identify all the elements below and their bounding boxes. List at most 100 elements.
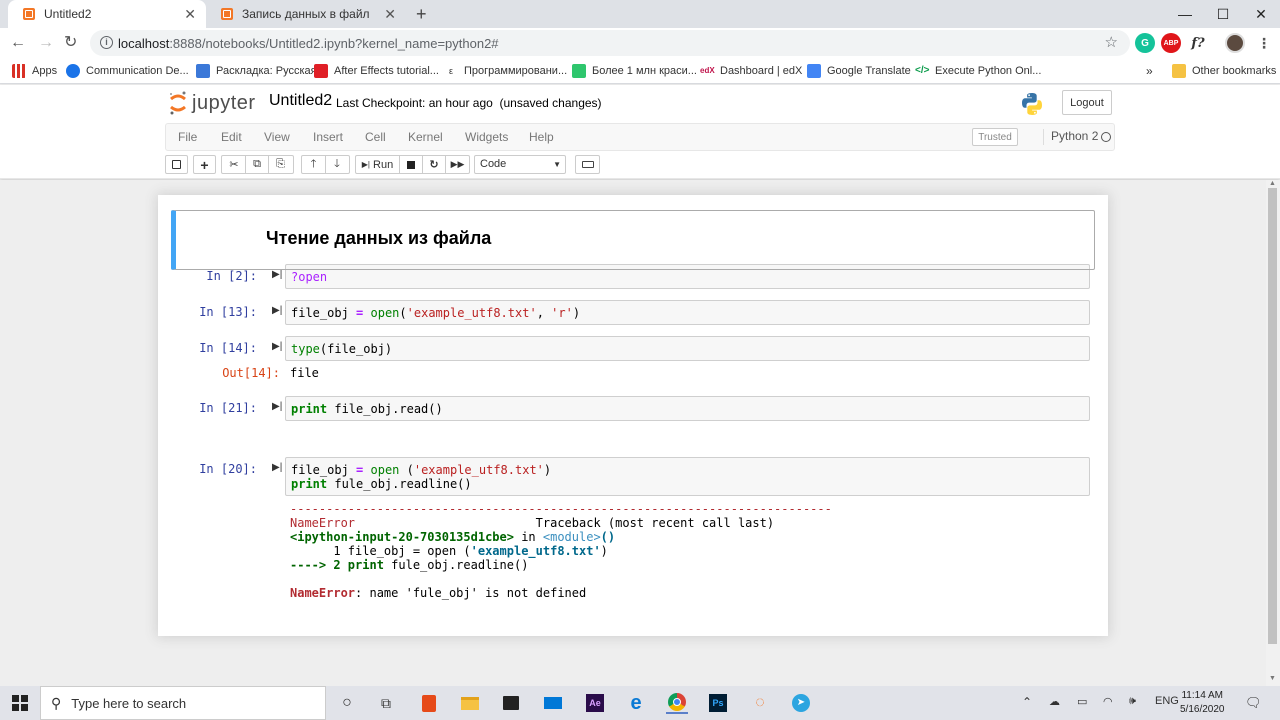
interrupt-button[interactable] (400, 156, 423, 173)
scrollbar-thumb[interactable] (1268, 188, 1277, 644)
save-icon (172, 160, 181, 169)
other-bookmarks[interactable]: Other bookmarks (1172, 64, 1276, 78)
close-tab-icon[interactable]: ✕ (384, 7, 396, 21)
info-icon[interactable]: i (100, 36, 113, 49)
tray-overflow-icon[interactable]: ⌃ (1022, 695, 1032, 709)
run-button[interactable]: ▶| Run (356, 156, 400, 173)
maximize-icon[interactable]: ☐ (1204, 0, 1242, 28)
bookmark-star-icon[interactable]: ☆ (1105, 33, 1118, 51)
checkpoint-status: Last Checkpoint: an hour ago (unsaved ch… (336, 96, 602, 110)
bookmark-edx[interactable]: edX Dashboard | edX (700, 64, 802, 78)
url-text[interactable]: localhost:8888/notebooks/Untitled2.ipynb… (118, 36, 499, 51)
close-window-icon[interactable]: ✕ (1242, 0, 1280, 28)
restart-button[interactable]: ↻ (423, 156, 446, 173)
tab-zapis-dannyh[interactable]: Запись данных в файл ✕ (206, 0, 406, 28)
page-scrollbar[interactable]: ▲ ▼ (1266, 180, 1280, 686)
code-cell-input[interactable]: file_obj = open ('example_utf8.txt') pri… (285, 457, 1090, 496)
selected-cell[interactable] (171, 210, 1095, 270)
input-prompt: In [2]: (206, 269, 257, 283)
move-down-button[interactable]: 🡓 (326, 156, 349, 173)
file-explorer-icon[interactable] (459, 692, 481, 714)
forward-icon[interactable]: → (38, 33, 54, 53)
code-cell-input[interactable]: print file_obj.read() (285, 396, 1090, 421)
windows-start-icon[interactable] (9, 692, 31, 714)
cell-type-select[interactable]: Code ▼ (474, 155, 566, 174)
adblock-icon[interactable]: ABP (1161, 33, 1181, 53)
photoshop-icon[interactable]: Ps (707, 692, 729, 714)
function-extension-icon[interactable]: f? (1188, 33, 1208, 53)
menu-file[interactable]: File (178, 130, 197, 144)
menu-kernel[interactable]: Kernel (408, 130, 443, 144)
grammarly-icon[interactable]: G (1135, 33, 1155, 53)
bookmark-after-effects[interactable]: After Effects tutorial... (314, 64, 439, 78)
arrow-up-icon: 🡑 (310, 158, 317, 170)
store-icon[interactable] (500, 692, 522, 714)
minimize-icon[interactable]: — (1166, 0, 1204, 28)
run-cell-icon[interactable]: ▶| (272, 341, 282, 352)
profile-avatar[interactable] (1225, 33, 1245, 53)
move-up-button[interactable]: 🡑 (303, 156, 326, 173)
run-cell-icon[interactable]: ▶| (272, 305, 282, 316)
paste-button[interactable]: ⎘ (269, 156, 292, 173)
back-icon[interactable]: ← (10, 33, 26, 53)
bookmark-execute-python[interactable]: </> Execute Python Onl... (915, 64, 1041, 78)
bookmark-communication[interactable]: Communication De... (66, 64, 189, 78)
menu-edit[interactable]: Edit (221, 130, 242, 144)
run-cell-icon[interactable]: ▶| (272, 401, 282, 412)
bookmark-layout[interactable]: Раскладка: Русская (196, 64, 317, 78)
office-icon[interactable] (418, 692, 440, 714)
close-tab-icon[interactable]: ✕ (184, 7, 196, 21)
output-prompt: Out[14]: (222, 366, 280, 380)
menu-view[interactable]: View (264, 130, 290, 144)
command-palette-button[interactable] (575, 155, 600, 174)
telegram-icon[interactable]: ➤ (790, 692, 812, 714)
after-effects-icon[interactable]: Ae (584, 692, 606, 714)
notification-icon[interactable]: 🗨 (1245, 695, 1262, 711)
run-cell-icon[interactable]: ▶| (272, 269, 282, 280)
jupyter-app-icon[interactable]: ◌ (749, 692, 771, 714)
save-button[interactable] (165, 155, 188, 174)
bookmark-pixabay[interactable]: Более 1 млн краси... (572, 64, 697, 78)
menu-cell[interactable]: Cell (365, 130, 386, 144)
logout-button[interactable]: Logout (1062, 90, 1112, 115)
new-tab-icon[interactable]: + (416, 4, 427, 24)
bookmarks-overflow[interactable]: » (1146, 64, 1153, 78)
menu-widgets[interactable]: Widgets (465, 130, 508, 144)
cortana-icon[interactable]: ○ (336, 692, 358, 714)
browser-menu-icon[interactable]: ⋮ (1254, 33, 1274, 53)
insert-cell-button[interactable]: + (193, 155, 216, 174)
code-cell-input[interactable]: type(file_obj) (285, 336, 1090, 361)
restart-run-all-button[interactable]: ▶▶ (446, 156, 469, 173)
onedrive-icon[interactable]: ☁ (1049, 695, 1060, 708)
reload-icon[interactable]: ↻ (64, 33, 77, 53)
system-clock[interactable]: 11:14 AM 5/16/2020 (1180, 689, 1225, 717)
menu-insert[interactable]: Insert (313, 130, 343, 144)
jupyter-logo[interactable]: jupyter (168, 90, 256, 116)
scroll-up-icon[interactable]: ▲ (1269, 180, 1276, 187)
edx-icon: edX (700, 64, 715, 78)
notebook-name[interactable]: Untitled2 (269, 92, 332, 110)
menu-help[interactable]: Help (529, 130, 554, 144)
kernel-name[interactable]: Python 2 (1043, 129, 1098, 145)
cut-button[interactable]: ✂ (223, 156, 246, 173)
battery-icon[interactable]: ▭ (1077, 695, 1087, 708)
mail-icon[interactable] (542, 692, 564, 714)
edge-icon[interactable]: e (625, 692, 647, 714)
run-cell-icon[interactable]: ▶| (272, 462, 282, 473)
bookmark-programming[interactable]: ε Программировани... (444, 64, 567, 78)
task-view-icon[interactable]: ⧉ (375, 692, 397, 714)
taskbar-search-box[interactable]: ⚲ Type here to search (40, 686, 326, 720)
trusted-badge[interactable]: Trusted (972, 128, 1018, 146)
run-button-group: ▶| Run ↻ ▶▶ (355, 155, 470, 174)
bookmark-apps[interactable]: Apps (12, 64, 57, 78)
code-cell-input[interactable]: file_obj = open('example_utf8.txt', 'r') (285, 300, 1090, 325)
wifi-icon[interactable]: ◠ (1103, 695, 1113, 708)
url-bar[interactable]: i localhost:8888/notebooks/Untitled2.ipy… (90, 30, 1130, 56)
volume-icon[interactable]: 🕪 (1129, 695, 1136, 708)
copy-button[interactable]: ⧉ (246, 156, 269, 173)
chrome-icon[interactable] (666, 692, 688, 714)
tab-untitled2[interactable]: Untitled2 ✕ (8, 0, 206, 28)
bookmark-google-translate[interactable]: Google Translate (807, 64, 911, 78)
scroll-down-icon[interactable]: ▼ (1269, 675, 1276, 682)
language-indicator[interactable]: ENG (1155, 695, 1179, 707)
